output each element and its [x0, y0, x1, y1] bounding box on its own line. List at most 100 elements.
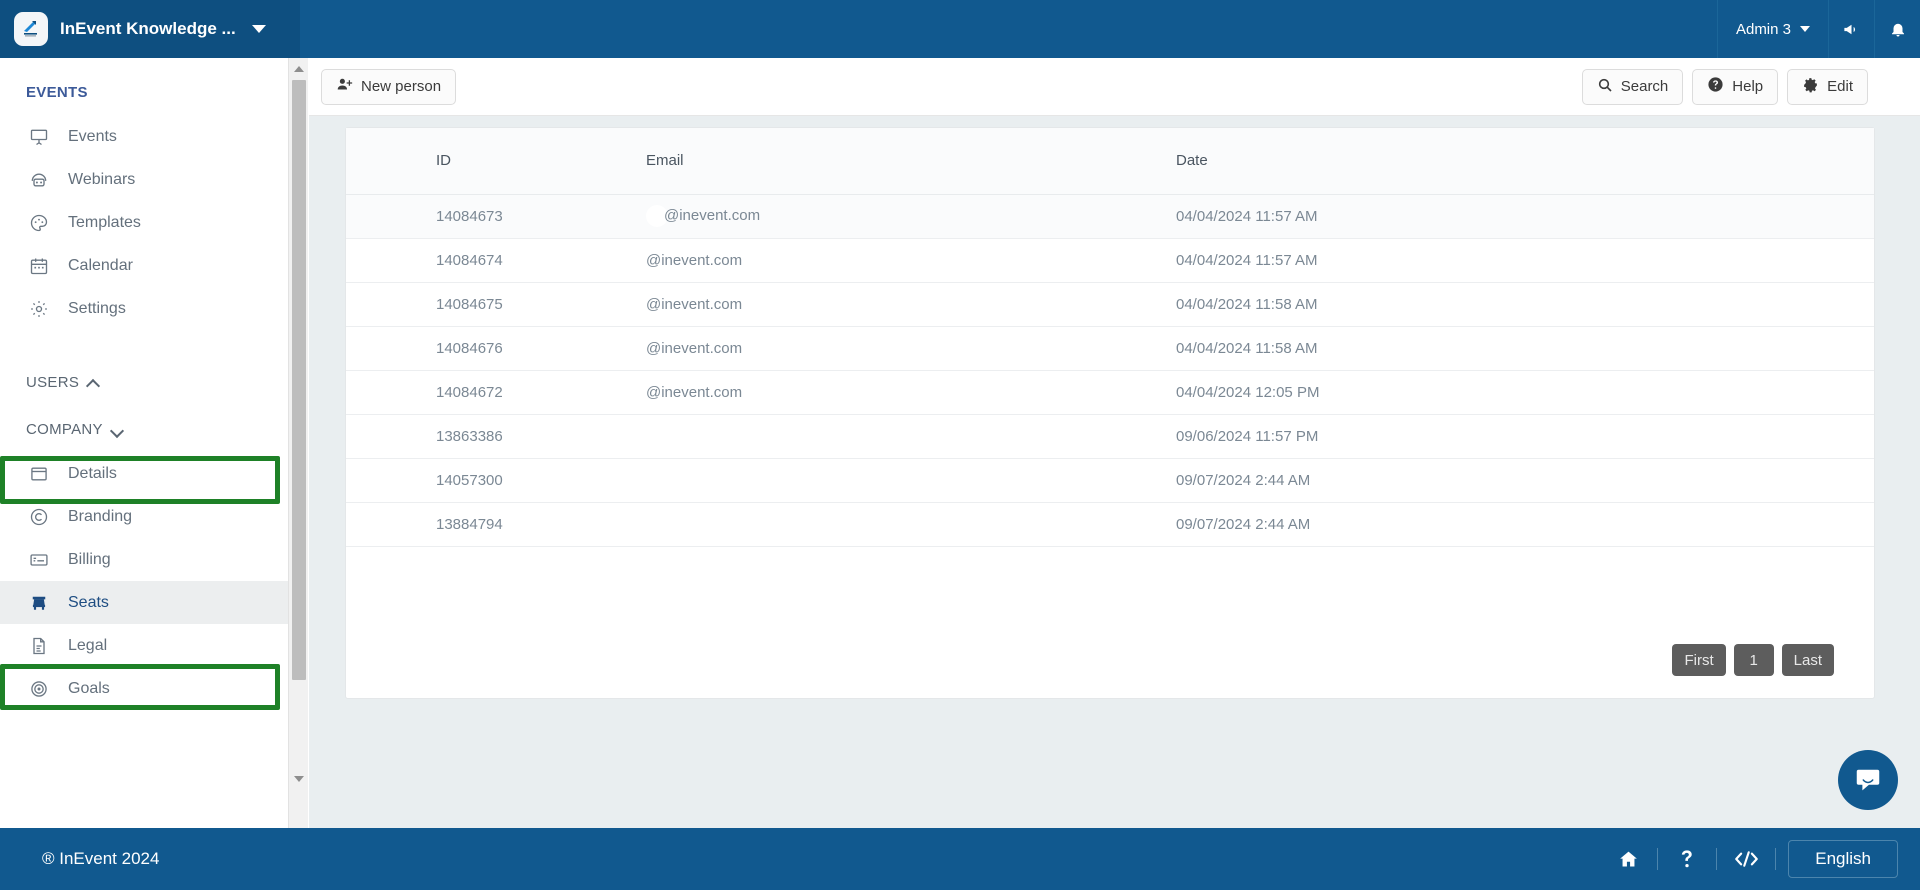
- user-menu[interactable]: Admin 3: [1716, 0, 1828, 58]
- new-person-button[interactable]: New person: [321, 68, 457, 105]
- code-brackets-icon[interactable]: [1717, 828, 1775, 890]
- scroll-up-arrow-icon[interactable]: [289, 60, 309, 78]
- sidebar-item-label: Legal: [68, 636, 108, 654]
- cell-id: 14084672: [346, 370, 646, 415]
- table-row[interactable]: 14084673 @inevent.com 04/04/2024 11:57 AM: [346, 194, 1874, 239]
- question-mark-icon[interactable]: [1658, 828, 1716, 890]
- sidebar-item-seats[interactable]: Seats: [0, 581, 288, 624]
- sidebar-item-webinars[interactable]: Webinars: [0, 158, 288, 201]
- seat-chair-icon: [28, 592, 50, 614]
- presentation-screen-icon: [28, 126, 50, 148]
- table-row[interactable]: 14084675 @inevent.com 04/04/2024 11:58 AM: [346, 282, 1874, 327]
- sidebar-group-label: COMPANY: [26, 421, 103, 438]
- email-text: @inevent.com: [664, 206, 761, 224]
- footer: ® InEvent 2024 English: [0, 828, 1920, 890]
- chat-bubble-icon[interactable]: [1838, 750, 1898, 810]
- search-icon: [1597, 77, 1613, 97]
- cell-email: @inevent.com: [646, 238, 1126, 283]
- column-header-email[interactable]: Email: [646, 128, 1126, 195]
- megaphone-icon[interactable]: [1828, 0, 1874, 58]
- email-text: @inevent.com: [646, 295, 743, 313]
- sidebar-item-goals[interactable]: Goals: [0, 667, 288, 710]
- seats-table-card: ID Email Date 14084673 @inevent.com 04/04/…: [345, 127, 1875, 699]
- home-icon[interactable]: [1599, 828, 1657, 890]
- cell-email: @inevent.com: [646, 370, 1126, 415]
- cell-date: 09/07/2024 2:44 AM: [1126, 502, 1874, 547]
- help-button[interactable]: Help: [1692, 68, 1779, 105]
- cell-id: 14084676: [346, 326, 646, 371]
- search-button[interactable]: Search: [1581, 68, 1684, 105]
- table-body: 14084673 @inevent.com 04/04/2024 11:57 AM 1…: [346, 194, 1874, 547]
- sidebar-item-label: Branding: [68, 507, 133, 525]
- sidebar-item-branding[interactable]: Branding: [0, 495, 288, 538]
- org-name: InEvent Knowledge ...: [60, 19, 236, 38]
- edit-button[interactable]: Edit: [1787, 68, 1868, 105]
- sidebar-item-details[interactable]: Details: [0, 452, 288, 495]
- sidebar-item-events[interactable]: Events: [0, 115, 288, 158]
- top-bar: InEvent Knowledge ... Admin 3: [0, 0, 1920, 58]
- table-row[interactable]: 14084676 @inevent.com 04/04/2024 11:58 AM: [346, 326, 1874, 371]
- copyright-icon: [28, 506, 50, 528]
- sidebar-group-label: USERS: [26, 374, 80, 391]
- language-selector[interactable]: English: [1788, 840, 1898, 878]
- sidebar-group-users[interactable]: USERS: [0, 358, 288, 405]
- email-text: @inevent.com: [646, 251, 743, 269]
- bell-icon[interactable]: [1874, 0, 1920, 58]
- cell-email: @inevent.com: [646, 326, 1126, 371]
- sidebar-item-label: Webinars: [68, 170, 136, 188]
- sidebar-item-label: Templates: [68, 213, 141, 231]
- cell-date: 09/07/2024 2:44 AM: [1126, 458, 1874, 503]
- help-label: Help: [1732, 78, 1764, 95]
- footer-copyright: ® InEvent 2024: [42, 849, 160, 868]
- pagination-first-button[interactable]: First: [1672, 644, 1726, 676]
- email-text: @inevent.com: [646, 383, 743, 401]
- sidebar-item-legal[interactable]: Legal: [0, 624, 288, 667]
- content-toolbar: New person Search Help Edit: [309, 58, 1920, 116]
- sidebar-scrollbar[interactable]: [288, 58, 308, 828]
- cell-id: 14084675: [346, 282, 646, 327]
- footer-actions: English: [1599, 828, 1898, 890]
- cell-id: 13884794: [346, 502, 646, 547]
- table-row[interactable]: 13863386 09/06/2024 11:57 PM: [346, 414, 1874, 459]
- document-icon: [28, 635, 50, 657]
- sidebar-item-label: Settings: [68, 299, 126, 317]
- content-area: New person Search Help Edit ID Email Dat…: [309, 58, 1920, 828]
- sidebar-item-calendar[interactable]: Calendar: [0, 244, 288, 287]
- table-row[interactable]: 14057300 09/07/2024 2:44 AM: [346, 458, 1874, 503]
- table-header-row: ID Email Date: [346, 128, 1874, 195]
- gear-icon: [28, 298, 50, 320]
- palette-icon: [28, 212, 50, 234]
- window-icon: [28, 463, 50, 485]
- add-person-icon: [336, 76, 353, 97]
- sidebar-item-billing[interactable]: Billing: [0, 538, 288, 581]
- sidebar-group-company[interactable]: COMPANY: [0, 405, 288, 452]
- cell-email: [646, 502, 1126, 547]
- scroll-down-arrow-icon[interactable]: [289, 770, 309, 788]
- table-row[interactable]: 14084672 @inevent.com 04/04/2024 12:05 PM: [346, 370, 1874, 415]
- seats-table: ID Email Date 14084673 @inevent.com 04/04/…: [346, 128, 1874, 547]
- chevron-down-icon[interactable]: [251, 25, 266, 33]
- table-row[interactable]: 13884794 09/07/2024 2:44 AM: [346, 502, 1874, 547]
- pagination-last-button[interactable]: Last: [1781, 644, 1834, 676]
- pagination-page-1[interactable]: 1: [1733, 644, 1774, 676]
- sidebar-scrollbar-thumb[interactable]: [292, 80, 306, 680]
- calendar-icon: [28, 255, 50, 277]
- cell-id: 14084674: [346, 238, 646, 283]
- sidebar-item-settings[interactable]: Settings: [0, 287, 288, 330]
- org-switcher[interactable]: InEvent Knowledge ...: [0, 0, 300, 58]
- search-label: Search: [1620, 78, 1669, 95]
- sidebar-item-templates[interactable]: Templates: [0, 201, 288, 244]
- sidebar-item-label: Events: [68, 127, 117, 145]
- footer-divider: [1775, 848, 1777, 870]
- sidebar-item-label: Goals: [68, 679, 110, 697]
- sidebar-inner: EVENTS Events Webinars Templates Calenda…: [0, 58, 288, 710]
- column-header-id[interactable]: ID: [346, 128, 646, 195]
- pagination: First 1 Last: [1672, 644, 1834, 676]
- table-row[interactable]: 14084674 @inevent.com 04/04/2024 11:57 AM: [346, 238, 1874, 283]
- column-header-date[interactable]: Date: [1126, 128, 1874, 195]
- gear-icon: [1802, 76, 1819, 97]
- chevron-down-icon: [112, 424, 123, 435]
- toolbar-actions: Search Help Edit: [1581, 68, 1868, 105]
- edit-label: Edit: [1827, 78, 1853, 95]
